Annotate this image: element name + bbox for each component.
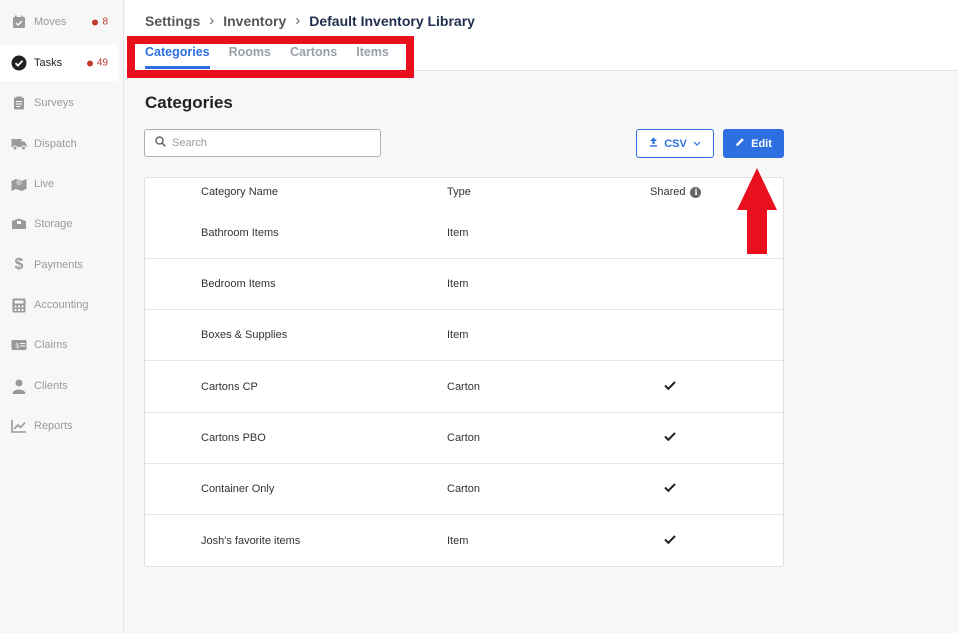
sidebar-item-reports[interactable]: Reports (0, 408, 118, 444)
column-header-shared: Shared i (650, 186, 702, 198)
box-icon (11, 216, 27, 232)
check-circle-icon (11, 55, 27, 71)
table-row[interactable]: Bathroom Items Item (145, 208, 783, 259)
tab-items[interactable]: Items (356, 45, 389, 69)
sidebar-item-claims[interactable]: $ Claims (0, 327, 118, 363)
sidebar-item-label: Payments (34, 259, 83, 271)
chart-line-icon (11, 418, 27, 434)
tasks-count-badge: 49 (86, 58, 108, 69)
table-row[interactable]: Container Only Carton (145, 464, 783, 515)
upload-icon (649, 137, 658, 150)
chevron-right-icon: › (209, 12, 215, 29)
truck-icon (11, 136, 27, 152)
sidebar: Moves 8 Tasks 49 Surveys Dispatch Live S… (0, 0, 124, 633)
user-icon (11, 378, 27, 394)
breadcrumb-current: Default Inventory Library (309, 12, 475, 29)
shared-check-icon (664, 483, 676, 496)
sidebar-item-live[interactable]: Live (0, 166, 118, 202)
clipboard-icon (11, 95, 27, 111)
moves-count-badge: 8 (92, 17, 108, 28)
tab-bar: Categories Rooms Cartons Items (145, 45, 408, 69)
pencil-icon (735, 137, 745, 150)
sidebar-item-moves[interactable]: Moves 8 (0, 4, 118, 40)
sidebar-item-label: Surveys (34, 97, 74, 109)
column-header-type[interactable]: Type (447, 186, 471, 198)
category-type: Carton (447, 381, 481, 393)
map-pin-icon (11, 176, 27, 192)
sidebar-item-surveys[interactable]: Surveys (0, 85, 118, 121)
category-name: Boxes & Supplies (201, 329, 288, 341)
breadcrumb-inventory[interactable]: Inventory (223, 13, 286, 29)
table-row[interactable]: Josh's favorite items Item (145, 515, 783, 566)
csv-button[interactable]: CSV (636, 129, 714, 158)
sidebar-item-dispatch[interactable]: Dispatch (0, 126, 118, 162)
csv-button-label: CSV (664, 137, 687, 150)
shared-check-icon (664, 381, 676, 394)
breadcrumb: Settings › Inventory › Default Inventory… (145, 12, 475, 29)
sidebar-item-clients[interactable]: Clients (0, 368, 118, 404)
category-name: Cartons CP (201, 381, 258, 393)
chevron-right-icon: › (295, 12, 301, 29)
breadcrumb-settings[interactable]: Settings (145, 13, 200, 29)
search-input[interactable] (172, 137, 362, 149)
sidebar-item-label: Accounting (34, 299, 89, 311)
sidebar-item-label: Claims (34, 339, 68, 351)
category-name: Bathroom Items (201, 227, 279, 239)
category-type: Item (447, 534, 469, 547)
calendar-check-icon (11, 14, 27, 30)
shared-check-icon (664, 534, 676, 547)
tab-cartons[interactable]: Cartons (290, 45, 337, 69)
ticket-icon: $ (11, 337, 27, 353)
categories-table: Category Name Type Shared i Bathroom Item… (144, 177, 784, 567)
sidebar-item-label: Live (34, 178, 55, 190)
table-row[interactable]: Boxes & Supplies Item (145, 310, 783, 361)
category-name: Josh's favorite items (201, 534, 301, 547)
table-row[interactable]: Cartons CP Carton (145, 362, 783, 413)
category-name: Cartons PBO (201, 432, 266, 444)
sidebar-item-label: Tasks (34, 57, 63, 69)
dollar-icon: $ (14, 256, 24, 273)
category-type: Item (447, 329, 469, 341)
category-type: Carton (447, 483, 481, 495)
sidebar-item-accounting[interactable]: Accounting (0, 287, 118, 323)
shared-check-icon (664, 432, 676, 445)
svg-text:$: $ (15, 342, 19, 350)
chevron-down-icon (693, 138, 701, 150)
page-title: Categories (145, 93, 233, 112)
table-row[interactable]: Cartons PBO Carton (145, 413, 783, 464)
column-header-shared-label: Shared (650, 186, 686, 198)
edit-button[interactable]: Edit (723, 129, 784, 158)
calculator-icon (11, 297, 27, 313)
sidebar-item-label: Moves (34, 16, 67, 28)
category-type: Item (447, 278, 469, 290)
category-name: Bedroom Items (201, 278, 276, 290)
tab-rooms[interactable]: Rooms (229, 45, 271, 69)
edit-button-label: Edit (751, 137, 772, 150)
page-header: Settings › Inventory › Default Inventory… (125, 0, 958, 71)
annotation-arrow-icon (737, 168, 777, 254)
sidebar-item-label: Clients (34, 380, 68, 392)
table-row[interactable]: Bedroom Items Item (145, 259, 783, 310)
search-icon (155, 134, 166, 152)
category-type: Carton (447, 432, 481, 444)
sidebar-item-storage[interactable]: Storage (0, 206, 118, 242)
sidebar-item-label: Dispatch (34, 138, 77, 150)
column-header-category-name[interactable]: Category Name (201, 186, 278, 198)
category-name: Container Only (201, 483, 275, 495)
category-type: Item (447, 227, 469, 239)
sidebar-item-label: Reports (34, 420, 73, 432)
table-header: Category Name Type Shared i (145, 178, 783, 208)
sidebar-item-label: Storage (34, 218, 73, 230)
info-icon[interactable]: i (690, 186, 702, 198)
tab-categories[interactable]: Categories (145, 45, 210, 69)
search-box[interactable] (144, 129, 381, 157)
sidebar-item-tasks[interactable]: Tasks 49 (0, 45, 118, 81)
sidebar-item-payments[interactable]: $ Payments (0, 247, 118, 283)
